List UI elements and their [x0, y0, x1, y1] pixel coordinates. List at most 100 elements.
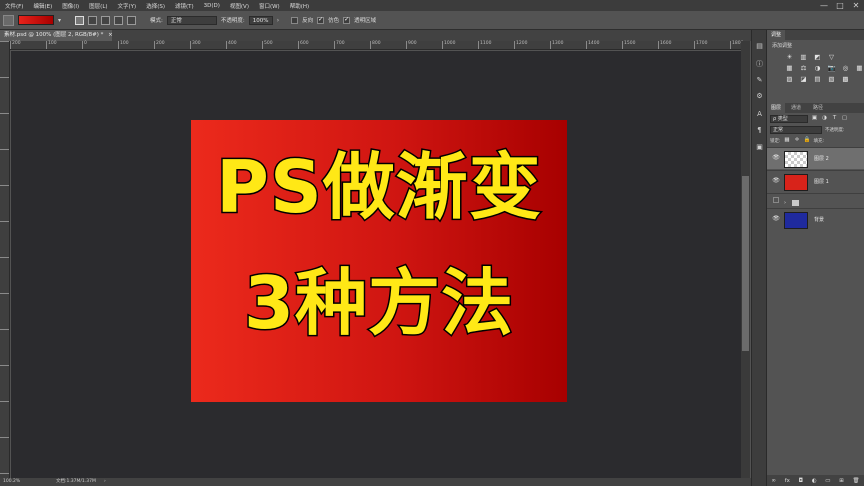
vertical-ruler[interactable] — [0, 41, 10, 478]
menu-help[interactable]: 帮助(H) — [285, 2, 314, 10]
layer-style-icon[interactable]: fx — [785, 478, 790, 484]
menu-select[interactable]: 选择(S) — [141, 2, 170, 10]
adjust-filter-icon[interactable]: ◑ — [821, 115, 828, 122]
menu-layer[interactable]: 图层(L) — [84, 2, 112, 10]
ruler-tick-label: 1100 — [480, 41, 492, 46]
lock-all-icon[interactable]: 🔒 — [804, 137, 811, 144]
reverse-checkbox[interactable] — [291, 16, 299, 24]
menu-filter[interactable]: 滤镜(T) — [170, 2, 199, 10]
exposure-icon[interactable]: ▽ — [827, 53, 836, 61]
gradient-picker[interactable] — [18, 15, 54, 25]
character-icon[interactable]: A — [755, 110, 764, 119]
menu-edit[interactable]: 编辑(E) — [28, 2, 57, 10]
gradient-tool-icon[interactable] — [3, 14, 14, 26]
info-icon[interactable]: ⓘ — [755, 60, 764, 69]
minimize-button[interactable]: — — [816, 0, 832, 11]
invert-icon[interactable]: ▨ — [785, 75, 794, 83]
empty-slot — [855, 53, 864, 61]
ruler-tick-label: 100 — [48, 41, 57, 46]
tab-paths[interactable]: 路径 — [809, 103, 827, 113]
type-filter-icon[interactable]: T — [831, 115, 838, 122]
chevron-right-icon[interactable]: › — [277, 17, 279, 24]
layer-row[interactable]: 👁 图层 1 — [767, 170, 864, 192]
vertical-scrollbar[interactable] — [741, 41, 750, 478]
close-window-button[interactable]: ✕ — [848, 0, 864, 11]
chevron-down-icon[interactable]: ▾ — [58, 17, 61, 24]
color-balance-icon[interactable]: ⚖ — [799, 64, 808, 72]
color-lookup-icon[interactable]: ▦ — [855, 64, 864, 72]
lock-pixels-icon[interactable]: ▦ — [784, 137, 791, 144]
canvas-workspace[interactable]: PS做渐变 3种方法 — [11, 51, 741, 478]
layer-row[interactable]: 👁 图层 2 — [767, 147, 864, 169]
photo-filter-icon[interactable]: 📷 — [827, 64, 836, 72]
selective-color-icon[interactable]: ▩ — [841, 75, 850, 83]
black-white-icon[interactable]: ◑ — [813, 64, 822, 72]
visibility-empty-box[interactable] — [773, 197, 779, 203]
menu-view[interactable]: 视图(V) — [225, 2, 254, 10]
radial-gradient-button[interactable] — [88, 15, 98, 25]
add-mask-icon[interactable]: ◘ — [799, 478, 803, 484]
menu-type[interactable]: 文字(Y) — [113, 2, 142, 10]
layer-kind-select[interactable]: ρ 类型 — [770, 114, 808, 123]
linear-gradient-button[interactable] — [75, 15, 85, 25]
adjustment-layer-icon[interactable]: ◐ — [812, 478, 817, 484]
visibility-eye-icon[interactable]: 👁 — [772, 177, 780, 185]
layers-footer: ∞ fx ◘ ◐ ▭ ⊞ 🗑 — [767, 475, 864, 486]
visibility-eye-icon[interactable]: 👁 — [772, 154, 780, 162]
hue-saturation-icon[interactable]: ▦ — [785, 64, 794, 72]
document-canvas[interactable]: PS做渐变 3种方法 — [191, 120, 567, 402]
dither-checkbox[interactable] — [317, 16, 325, 24]
gradient-map-icon[interactable]: ▧ — [827, 75, 836, 83]
menu-image[interactable]: 图像(I) — [57, 2, 84, 10]
layer-group-row[interactable]: › — [767, 193, 864, 207]
document-tab-title: 素材.psd @ 100% (图层 2, RGB/8#) * — [4, 32, 104, 38]
layer-row[interactable]: 👁 背景 — [767, 208, 864, 230]
document-tab[interactable]: 素材.psd @ 100% (图层 2, RGB/8#) * × — [0, 30, 113, 41]
channel-mixer-icon[interactable]: ◎ — [841, 64, 850, 72]
trash-icon[interactable]: 🗑 — [853, 478, 860, 484]
posterize-icon[interactable]: ◪ — [799, 75, 808, 83]
lock-position-icon[interactable]: ✛ — [794, 137, 801, 144]
curves-icon[interactable]: ◩ — [813, 53, 822, 61]
menu-bar: 文件(F) 编辑(E) 图像(I) 图层(L) 文字(Y) 选择(S) 滤镜(T… — [0, 0, 864, 11]
reflected-gradient-button[interactable] — [114, 15, 124, 25]
maximize-button[interactable]: □ — [832, 0, 848, 11]
tab-channels[interactable]: 通道 — [787, 103, 805, 113]
new-group-icon[interactable]: ▭ — [825, 478, 830, 484]
status-menu-icon[interactable]: › — [104, 478, 106, 486]
paragraph-icon[interactable]: ¶ — [755, 126, 764, 135]
link-layers-icon[interactable]: ∞ — [771, 478, 776, 484]
ruler-tick-label: 900 — [408, 41, 417, 46]
layers-icon[interactable]: ▣ — [755, 143, 764, 152]
layer-thumbnail — [784, 212, 808, 229]
levels-icon[interactable]: ▥ — [799, 53, 808, 61]
adjustments-grid: ☀ ▥ ◩ ▽ ▦ ⚖ ◑ 📷 ◎ ▦ ▨ ◪ ▤ ▧ ▩ — [767, 51, 864, 85]
new-layer-icon[interactable]: ⊞ — [839, 478, 844, 484]
zoom-level[interactable]: 100.2% — [3, 478, 20, 486]
tab-adjustments[interactable]: 调整 — [767, 30, 786, 40]
ruler-tick-label: 200 — [12, 41, 21, 46]
brightness-icon[interactable]: ☀ — [785, 53, 794, 61]
history-icon[interactable]: ▤ — [755, 42, 764, 51]
ruler-tick-label: 400 — [228, 41, 237, 46]
tab-layers[interactable]: 图层 — [767, 103, 786, 113]
adjust-icon[interactable]: ⚙ — [755, 92, 764, 101]
horizontal-ruler[interactable]: 200 100 0 100 200 300 400 500 600 700 800 900 1000 11… — [10, 41, 779, 50]
close-tab-icon[interactable]: × — [108, 32, 113, 38]
visibility-eye-icon[interactable]: 👁 — [772, 215, 780, 223]
brush-icon[interactable]: ✎ — [755, 76, 764, 85]
menu-file[interactable]: 文件(F) — [0, 2, 28, 10]
scrollbar-thumb[interactable] — [742, 176, 749, 351]
image-filter-icon[interactable]: ▣ — [811, 115, 818, 122]
angle-gradient-button[interactable] — [101, 15, 111, 25]
transparency-checkbox[interactable] — [343, 16, 351, 24]
mode-select[interactable]: 正常 — [166, 15, 217, 25]
threshold-icon[interactable]: ▤ — [813, 75, 822, 83]
opacity-input[interactable]: 100% — [248, 15, 273, 25]
menu-window[interactable]: 窗口(W) — [254, 2, 285, 10]
blend-mode-select[interactable]: 正常 — [770, 125, 822, 134]
shape-filter-icon[interactable]: ▢ — [841, 115, 848, 122]
diamond-gradient-button[interactable] — [127, 15, 137, 25]
menu-3d[interactable]: 3D(D) — [199, 3, 225, 9]
expand-arrow-icon[interactable]: › — [784, 200, 786, 206]
